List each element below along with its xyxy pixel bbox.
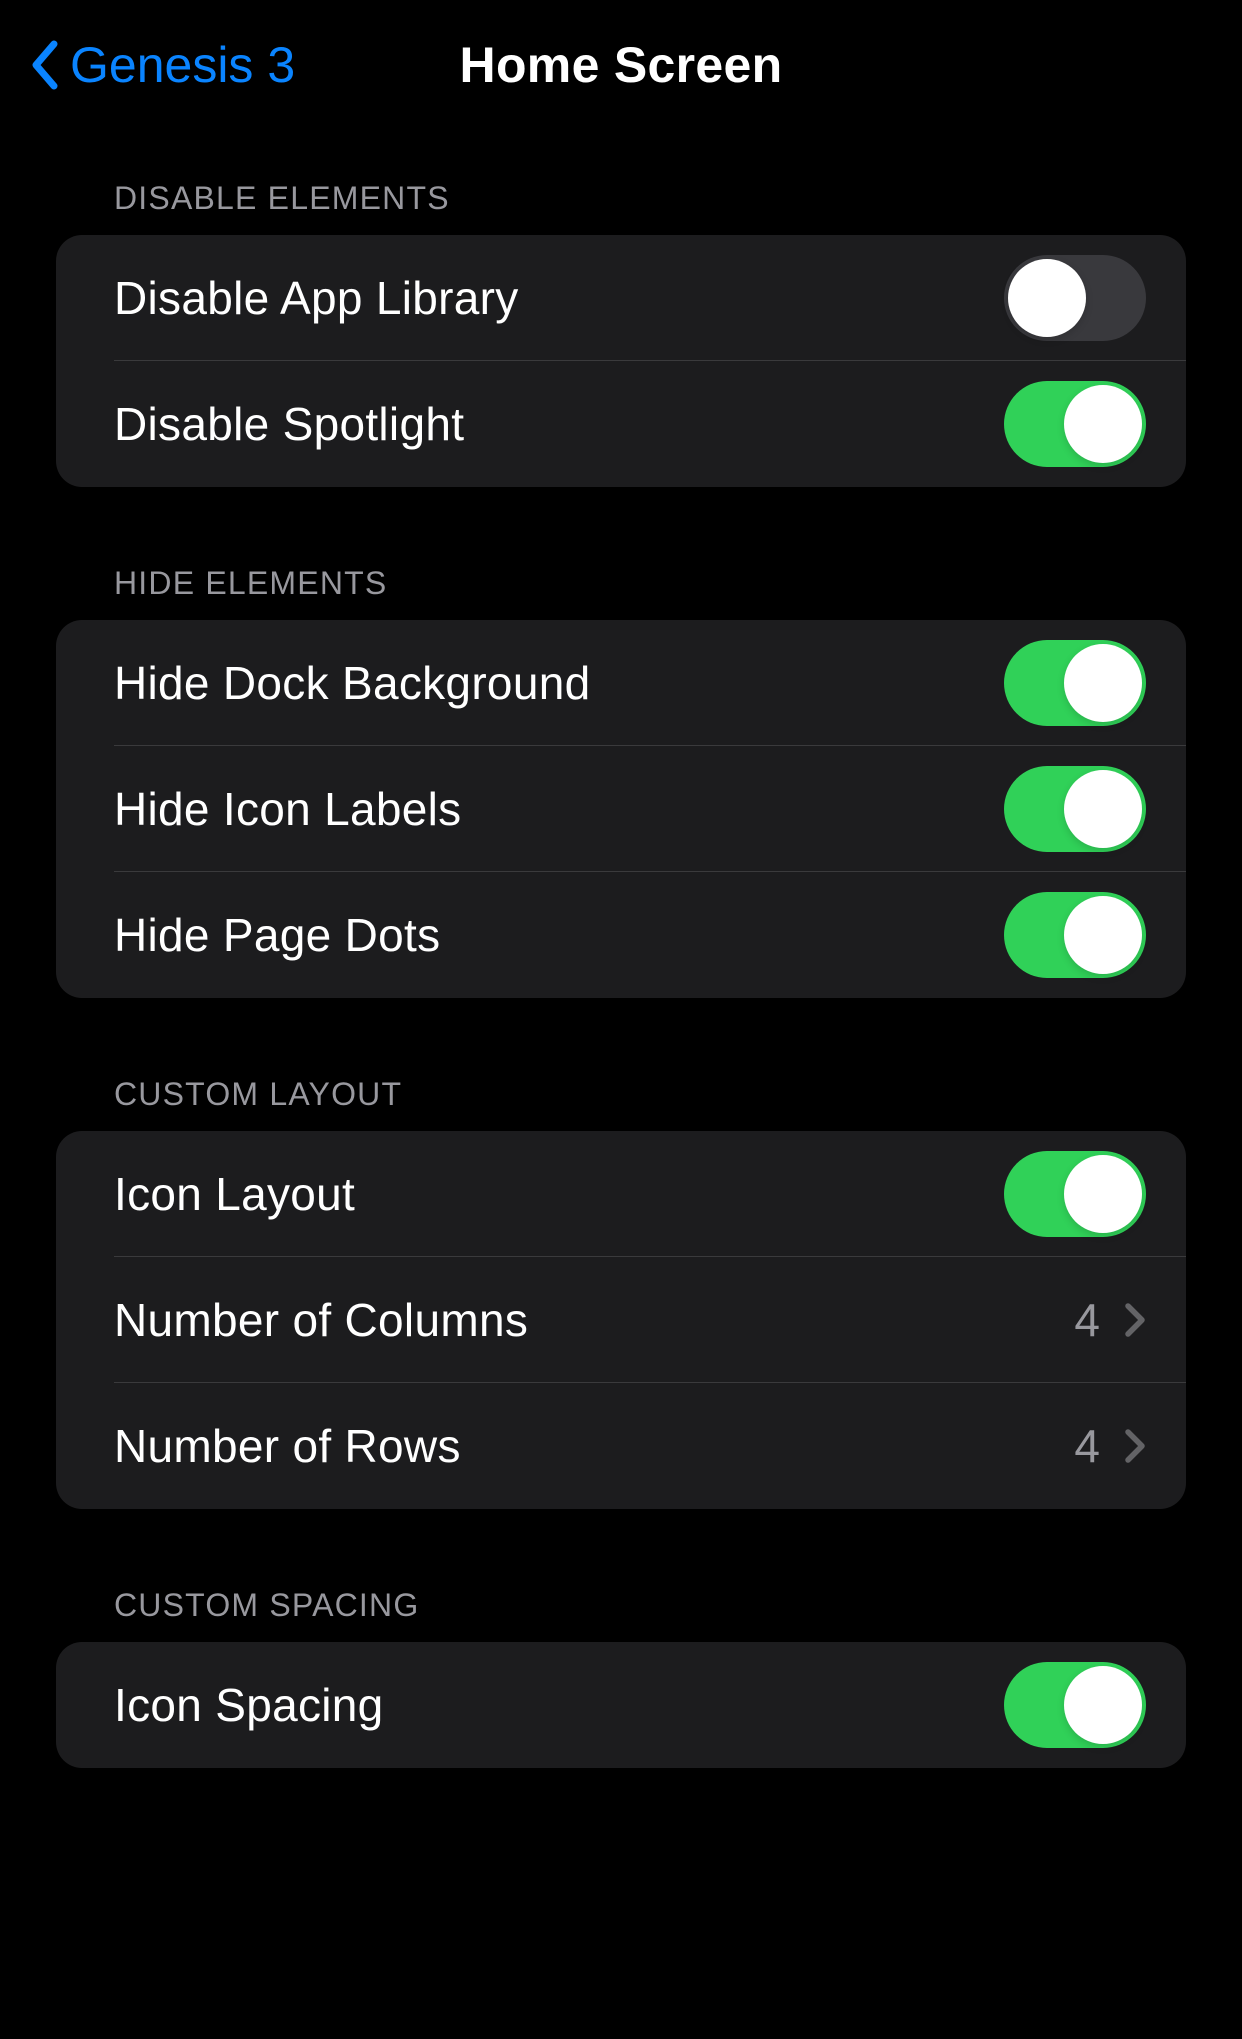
row-disable-spotlight: Disable Spotlight — [56, 361, 1186, 487]
row-hide-dock-background: Hide Dock Background — [56, 620, 1186, 746]
chevron-right-icon — [1124, 1428, 1146, 1464]
row-disable-app-library: Disable App Library — [56, 235, 1186, 361]
toggle-icon-layout[interactable] — [1004, 1151, 1146, 1237]
toggle-knob — [1064, 770, 1142, 848]
toggle-disable-app-library[interactable] — [1004, 255, 1146, 341]
section-hide-elements: Hide Elements Hide Dock Background Hide … — [56, 565, 1186, 998]
row-label: Icon Layout — [114, 1167, 355, 1221]
toggle-knob — [1064, 1666, 1142, 1744]
group-custom-layout: Icon Layout Number of Columns 4 Numb — [56, 1131, 1186, 1509]
row-hide-icon-labels: Hide Icon Labels — [56, 746, 1186, 872]
section-header: Hide Elements — [56, 565, 1186, 620]
row-label: Number of Rows — [114, 1419, 461, 1473]
section-header: Custom Spacing — [56, 1587, 1186, 1642]
toggle-hide-dock-background[interactable] — [1004, 640, 1146, 726]
row-label: Hide Page Dots — [114, 908, 440, 962]
group-custom-spacing: Icon Spacing — [56, 1642, 1186, 1768]
row-label: Hide Dock Background — [114, 656, 590, 710]
row-value: 4 — [1074, 1293, 1100, 1347]
toggle-knob — [1064, 1155, 1142, 1233]
section-custom-layout: Custom Layout Icon Layout Number of Colu… — [56, 1076, 1186, 1509]
group-disable-elements: Disable App Library Disable Spotlight — [56, 235, 1186, 487]
toggle-knob — [1064, 896, 1142, 974]
row-label: Icon Spacing — [114, 1678, 384, 1732]
chevron-right-icon — [1124, 1302, 1146, 1338]
group-hide-elements: Hide Dock Background Hide Icon Labels Hi… — [56, 620, 1186, 998]
nav-bar: Genesis 3 Home Screen — [0, 0, 1242, 130]
row-label: Disable Spotlight — [114, 397, 464, 451]
back-button-label: Genesis 3 — [70, 36, 295, 94]
back-button[interactable]: Genesis 3 — [30, 36, 295, 94]
row-value: 4 — [1074, 1419, 1100, 1473]
toggle-hide-icon-labels[interactable] — [1004, 766, 1146, 852]
row-label: Hide Icon Labels — [114, 782, 461, 836]
row-icon-layout: Icon Layout — [56, 1131, 1186, 1257]
section-disable-elements: Disable Elements Disable App Library Dis… — [56, 180, 1186, 487]
row-number-of-columns[interactable]: Number of Columns 4 — [56, 1257, 1186, 1383]
row-number-of-rows[interactable]: Number of Rows 4 — [56, 1383, 1186, 1509]
row-right: 4 — [1074, 1293, 1146, 1347]
toggle-knob — [1064, 385, 1142, 463]
toggle-disable-spotlight[interactable] — [1004, 381, 1146, 467]
row-icon-spacing: Icon Spacing — [56, 1642, 1186, 1768]
row-label: Disable App Library — [114, 271, 519, 325]
chevron-left-icon — [30, 40, 60, 90]
settings-content: Disable Elements Disable App Library Dis… — [0, 130, 1242, 1768]
section-header: Custom Layout — [56, 1076, 1186, 1131]
toggle-knob — [1008, 259, 1086, 337]
toggle-icon-spacing[interactable] — [1004, 1662, 1146, 1748]
row-right: 4 — [1074, 1419, 1146, 1473]
toggle-knob — [1064, 644, 1142, 722]
page-title: Home Screen — [460, 36, 783, 94]
section-custom-spacing: Custom Spacing Icon Spacing — [56, 1587, 1186, 1768]
section-header: Disable Elements — [56, 180, 1186, 235]
toggle-hide-page-dots[interactable] — [1004, 892, 1146, 978]
row-label: Number of Columns — [114, 1293, 528, 1347]
row-hide-page-dots: Hide Page Dots — [56, 872, 1186, 998]
